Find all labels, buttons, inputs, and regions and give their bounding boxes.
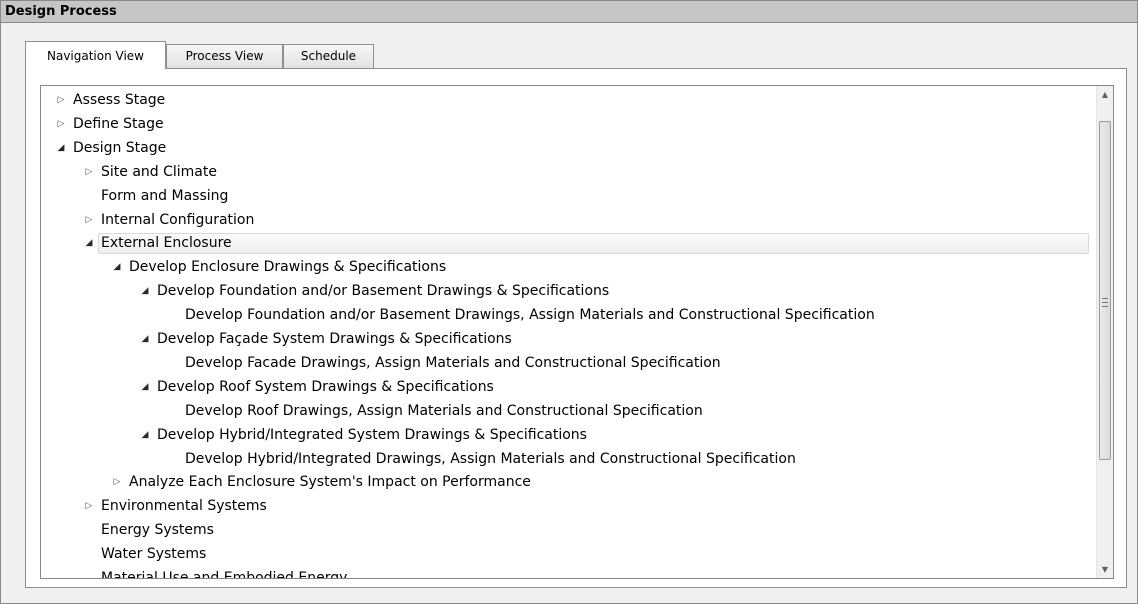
window-title: Design Process xyxy=(1,1,1137,23)
tree-node[interactable]: Develop Facade Drawings, Assign Material… xyxy=(41,352,1097,374)
tree-node-label: Develop Façade System Drawings & Specifi… xyxy=(157,331,512,347)
tree-node[interactable]: ◢ Develop Façade System Drawings & Specif… xyxy=(41,328,1097,350)
tree-node-selection-highlight xyxy=(98,233,1089,255)
tree-node-label: Site and Climate xyxy=(101,163,217,180)
tree-node-label: External Enclosure xyxy=(101,235,232,252)
tree-node[interactable]: Develop Roof Drawings, Assign Materials … xyxy=(41,400,1097,422)
tree-node[interactable]: ◢ Design Stage xyxy=(41,137,1097,159)
tree-node-label: Develop Hybrid/Integrated System Drawing… xyxy=(157,426,587,443)
tree-node-label: Assess Stage xyxy=(73,92,166,108)
vertical-scrollbar[interactable]: ▲ ▼ xyxy=(1096,86,1113,578)
navigation-tree[interactable]: ▷ Assess Stage ▷ Define Stage ◢ Design Stage ▷… xyxy=(41,86,1097,578)
tree-node-label: Form and Massing xyxy=(101,187,229,204)
scroll-down-arrow-icon[interactable]: ▼ xyxy=(1097,561,1113,578)
tab-panel: ▷ Assess Stage ▷ Define Stage ◢ Design Stage ▷… xyxy=(25,68,1127,588)
tree-node[interactable]: ▷ Assess Stage xyxy=(41,89,1097,111)
tree-collapsed-triangle-icon[interactable]: ▷ xyxy=(55,113,67,135)
tree-node-label: Analyze Each Enclosure System's Impact o… xyxy=(129,474,531,491)
tree-node-label: Develop Foundation and/or Basement Drawi… xyxy=(185,307,875,324)
tree-node[interactable]: ◢ External Enclosure xyxy=(41,232,1097,255)
scrollbar-thumb[interactable] xyxy=(1099,121,1111,461)
tree-node-label: Material Use and Embodied Energy xyxy=(101,570,348,578)
tree-expanded-triangle-icon[interactable]: ◢ xyxy=(83,232,95,254)
tree-expanded-triangle-icon[interactable]: ◢ xyxy=(139,280,151,302)
tab-schedule[interactable]: Schedule xyxy=(283,44,374,68)
tab-navigation-view[interactable]: Navigation View xyxy=(25,41,166,69)
tree-node[interactable]: ▷ Analyze Each Enclosure System's Impact … xyxy=(41,471,1097,493)
tree-node[interactable]: ◢ Develop Hybrid/Integrated System Drawin… xyxy=(41,424,1097,446)
tree-node-label: Water Systems xyxy=(101,546,207,563)
tree-node-label: Develop Hybrid/Integrated Drawings, Assi… xyxy=(185,450,796,467)
tree-node[interactable]: Material Use and Embodied Energy xyxy=(41,567,1097,578)
tree-node-label: Internal Configuration xyxy=(101,211,255,228)
tree-node[interactable]: Form and Massing xyxy=(41,185,1097,207)
scrollbar-grip-icon xyxy=(1102,298,1108,308)
tree-node[interactable]: ◢ Develop Foundation and/or Basement Draw… xyxy=(41,280,1097,302)
tree-node-label: Environmental Systems xyxy=(101,498,267,515)
tree-node[interactable]: ▷ Environmental Systems xyxy=(41,495,1097,517)
tree-node[interactable]: ▷ Internal Configuration xyxy=(41,209,1097,231)
tree-node[interactable]: Energy Systems xyxy=(41,519,1097,541)
tree-node[interactable]: ▷ Site and Climate xyxy=(41,161,1097,183)
tree-node-label: Design Stage xyxy=(73,139,167,156)
tree-node-label: Develop Foundation and/or Basement Drawi… xyxy=(157,283,610,300)
tree-expanded-triangle-icon[interactable]: ◢ xyxy=(139,328,151,350)
scroll-up-arrow-icon[interactable]: ▲ xyxy=(1097,86,1113,103)
tree-expanded-triangle-icon[interactable]: ◢ xyxy=(111,256,123,278)
navigation-tree-box: ▷ Assess Stage ▷ Define Stage ◢ Design Stage ▷… xyxy=(40,85,1114,579)
tree-node[interactable]: Water Systems xyxy=(41,543,1097,565)
tree-node[interactable]: ◢ Develop Roof System Drawings & Specific… xyxy=(41,376,1097,398)
tree-node-label: Develop Facade Drawings, Assign Material… xyxy=(185,354,721,371)
tree-collapsed-triangle-icon[interactable]: ▷ xyxy=(55,89,67,111)
tree-node-label: Develop Enclosure Drawings & Specificati… xyxy=(129,259,447,276)
tree-collapsed-triangle-icon[interactable]: ▷ xyxy=(111,471,123,493)
tree-collapsed-triangle-icon[interactable]: ▷ xyxy=(83,495,95,517)
tree-collapsed-triangle-icon[interactable]: ▷ xyxy=(83,161,95,183)
tree-node[interactable]: Develop Hybrid/Integrated Drawings, Assi… xyxy=(41,448,1097,470)
tree-expanded-triangle-icon[interactable]: ◢ xyxy=(55,137,67,159)
tree-expanded-triangle-icon[interactable]: ◢ xyxy=(139,424,151,446)
tree-expanded-triangle-icon[interactable]: ◢ xyxy=(139,376,151,398)
tab-process-view[interactable]: Process View xyxy=(166,44,283,68)
tree-node-label: Define Stage xyxy=(73,115,164,132)
tree-node[interactable]: Develop Foundation and/or Basement Drawi… xyxy=(41,304,1097,326)
tree-collapsed-triangle-icon[interactable]: ▷ xyxy=(83,209,95,231)
design-process-window: Design Process Navigation View Process V… xyxy=(0,0,1138,604)
tree-node-label: Develop Roof Drawings, Assign Materials … xyxy=(185,402,703,419)
tree-node-label: Develop Roof System Drawings & Specifica… xyxy=(157,378,494,395)
tree-node-label: Energy Systems xyxy=(101,522,214,539)
tree-node[interactable]: ▷ Define Stage xyxy=(41,113,1097,135)
tree-node[interactable]: ◢ Develop Enclosure Drawings & Specificat… xyxy=(41,256,1097,278)
